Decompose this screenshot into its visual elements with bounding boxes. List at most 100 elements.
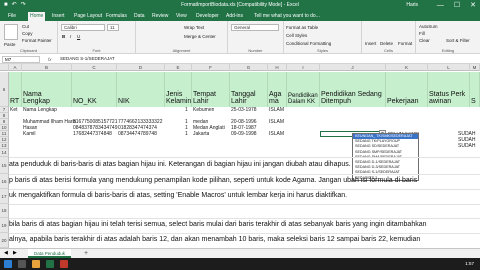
table-cell[interactable]: 17682447374848 — [73, 131, 112, 137]
row-header[interactable]: 15 — [0, 157, 9, 174]
row-header[interactable]: 19 — [0, 218, 9, 233]
header-cell-jenis-kelamin[interactable]: Jenis Kelamin — [165, 72, 192, 107]
column-header[interactable]: F — [192, 64, 230, 71]
fill-button[interactable]: Fill — [419, 31, 425, 36]
add-sheet-button[interactable]: + — [84, 249, 88, 258]
note-text[interactable]: uk mengaktifkan formula di baris-baris d… — [9, 192, 347, 199]
header-cell-tanggal-lahir[interactable]: Tanggal Lahir — [230, 72, 268, 107]
start-icon[interactable] — [4, 260, 12, 268]
search-icon[interactable] — [18, 260, 26, 268]
column-header[interactable]: L — [428, 64, 470, 71]
column-header[interactable]: J — [320, 64, 386, 71]
note-text[interactable]: ata penduduk di baris-baris di atas bagi… — [9, 161, 351, 168]
number-format-select[interactable]: General — [231, 24, 279, 31]
table-cell[interactable]: Kamil — [23, 131, 36, 137]
table-cell[interactable]: ISLAM — [269, 119, 284, 125]
tab-file[interactable]: File — [6, 12, 18, 21]
folder-icon[interactable] — [32, 260, 40, 268]
column-header[interactable]: K — [386, 64, 428, 71]
font-name-select[interactable]: Calibri — [61, 24, 105, 31]
header-cell-nik[interactable]: NIK — [117, 72, 165, 107]
tab-page-layout[interactable]: Page Layout — [72, 12, 104, 21]
tab-formulas[interactable]: Formulas — [104, 12, 129, 21]
note-text[interactable]: bila baris di atas bagian hijau ini tela… — [9, 221, 427, 228]
table-cell[interactable]: Ket — [10, 107, 18, 113]
table-cell[interactable]: SUDAH — [458, 143, 476, 149]
header-cell-pendidikan-kk[interactable]: Pendidikan Dalam KK — [287, 72, 320, 107]
header-cell-rt[interactable]: RT — [9, 72, 22, 107]
format-as-table-button[interactable]: Format as Table — [286, 25, 318, 30]
table-cell[interactable]: ISLAM — [269, 107, 284, 113]
account-name[interactable]: Haris — [406, 2, 418, 9]
insert-cells-button[interactable]: Insert — [365, 41, 376, 46]
cell-styles-button[interactable]: Cell Styles — [286, 33, 307, 38]
column-header[interactable]: M — [470, 64, 480, 71]
header-cell-s[interactable]: S — [470, 72, 480, 107]
name-box[interactable]: M7 — [2, 56, 40, 63]
merge-center-button[interactable]: Merge & Center — [184, 34, 216, 39]
paste-label[interactable]: Paste — [4, 42, 16, 47]
header-cell-no-kk[interactable]: NO_KK — [72, 72, 117, 107]
table-cell[interactable]: 25-03-1978 — [231, 107, 257, 113]
table-cell[interactable]: 09-09-1998 — [231, 131, 257, 137]
row-header[interactable]: 14 — [0, 149, 9, 157]
clear-button[interactable]: Clear — [419, 38, 430, 43]
row-header[interactable]: 20 — [0, 233, 9, 248]
bold-button[interactable]: B — [62, 34, 65, 39]
row-header[interactable]: 6 — [0, 72, 9, 107]
column-header[interactable]: H — [268, 64, 287, 71]
header-cell-tempat-lahir[interactable]: Tempat Lahir — [192, 72, 230, 107]
prev-sheet-icon[interactable]: ◀ — [4, 250, 8, 256]
format-cells-button[interactable]: Format — [398, 41, 412, 46]
table-cell[interactable]: 08734474789748 — [118, 131, 157, 137]
table-cell[interactable]: 1 — [185, 131, 188, 137]
table-cell[interactable]: Nama Lengkap — [23, 107, 57, 113]
row-header[interactable]: 17 — [0, 189, 9, 204]
column-header[interactable]: B — [22, 64, 72, 71]
tab-developer[interactable]: Developer — [194, 12, 221, 21]
tab-add-ins[interactable]: Add-ins — [224, 12, 245, 21]
autosum-button[interactable]: AutoSum — [419, 24, 438, 29]
note-text[interactable]: alnya, apabila baris terakhir di atas ad… — [9, 236, 420, 243]
column-header[interactable]: C — [72, 64, 117, 71]
header-cell-pekerjaan[interactable]: Pekerjaan — [386, 72, 428, 107]
note-text[interactable]: p baris di atas berisi formula yang mend… — [9, 177, 417, 184]
maximize-button[interactable]: ☐ — [454, 1, 460, 10]
minimize-button[interactable]: — — [437, 1, 444, 10]
column-header[interactable]: E — [165, 64, 192, 71]
header-cell-agama[interactable]: Agama — [268, 72, 287, 107]
copy-button[interactable]: Copy — [22, 31, 33, 36]
sheet-tab-data-penduduk[interactable]: Data Penduduk — [28, 249, 72, 258]
header-cell-pendidikan-ditempuh[interactable]: Pendidikan Sedang Ditempuh — [320, 72, 386, 107]
next-sheet-icon[interactable]: ▶ — [13, 250, 17, 256]
app-icon[interactable] — [60, 260, 68, 268]
excel-icon[interactable] — [46, 260, 54, 268]
row-header[interactable]: 16 — [0, 174, 9, 189]
column-header[interactable]: D — [117, 64, 165, 71]
header-cell-nama[interactable]: Nama Lengkap — [22, 72, 72, 107]
column-header[interactable]: I — [287, 64, 320, 71]
column-header[interactable]: A — [9, 64, 22, 71]
cut-button[interactable]: Cut — [22, 24, 29, 29]
tab-review[interactable]: Review — [150, 12, 170, 21]
conditional-formatting-button[interactable]: Conditional Formatting — [286, 41, 331, 46]
table-cell[interactable]: Jakarta — [193, 131, 209, 137]
tell-me-box[interactable]: Tell me what you want to do... — [252, 12, 322, 21]
column-header[interactable]: G — [230, 64, 268, 71]
table-cell[interactable]: 1 — [185, 107, 188, 113]
table-cell[interactable]: Kebumen — [193, 107, 214, 113]
paste-icon[interactable] — [4, 24, 18, 40]
italic-button[interactable]: I — [70, 34, 71, 39]
sort-filter-button[interactable]: Sort & Filter — [446, 38, 470, 43]
tab-view[interactable]: View — [174, 12, 189, 21]
fx-icon[interactable]: fx — [48, 56, 52, 63]
close-button[interactable]: ✕ — [470, 1, 476, 10]
tab-home[interactable]: Home — [28, 12, 46, 21]
wrap-text-button[interactable]: Wrap Text — [184, 25, 204, 30]
tab-insert[interactable]: Insert — [50, 12, 67, 21]
format-painter-button[interactable]: Format Painter — [22, 38, 52, 43]
tab-data[interactable]: Data — [132, 12, 147, 21]
table-cell[interactable]: ISLAM — [269, 131, 284, 137]
row-header[interactable]: 18 — [0, 204, 9, 218]
select-all-corner[interactable] — [0, 64, 9, 71]
